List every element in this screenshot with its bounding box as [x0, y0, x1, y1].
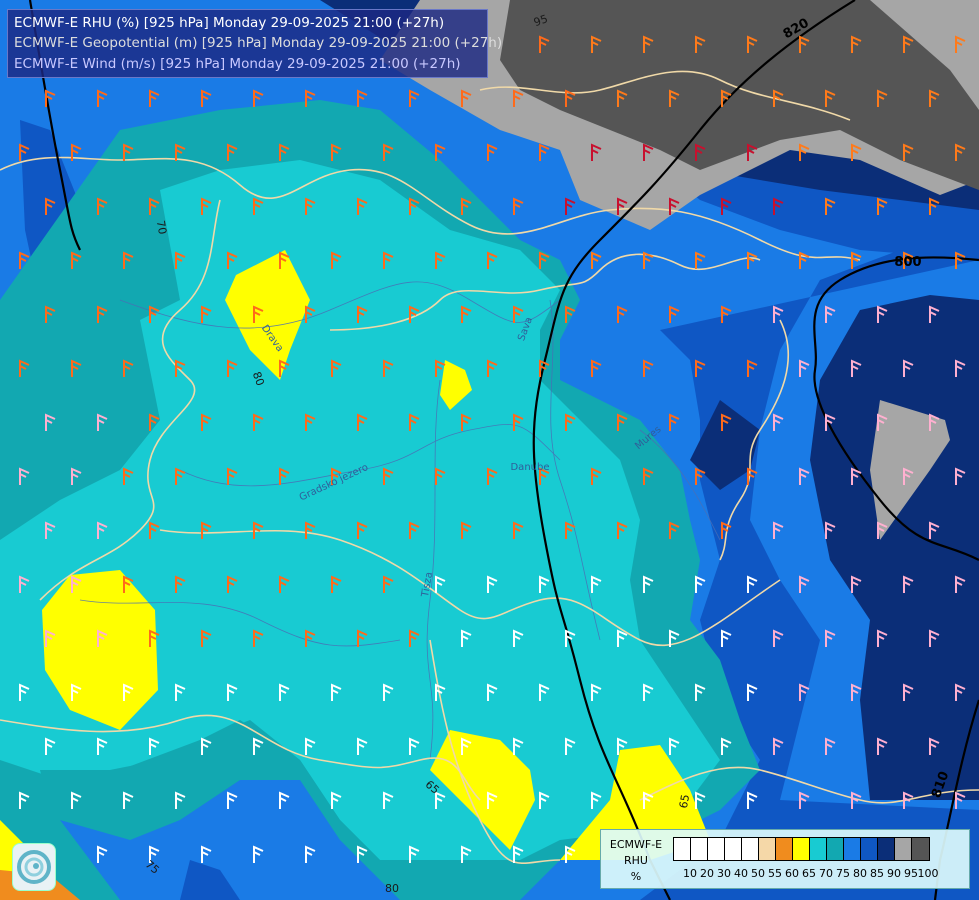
geopotential-contour-label: 800 [894, 255, 921, 270]
rhu-colorbar-legend: ECMWF-E RHU % 10 20 30 40 50 55 60 65 70 75 80 85 90… [600, 829, 970, 889]
legend-swatch [708, 838, 725, 860]
legend-tick: 50 [751, 867, 765, 880]
title-geopotential: ECMWF-E Geopotential (m) [925 hPa] Monda… [14, 35, 503, 51]
legend-swatch [725, 838, 742, 860]
legend-swatch [844, 838, 861, 860]
legend-tick: 40 [734, 867, 748, 880]
legend-swatch [759, 838, 776, 860]
legend-tick: 70 [819, 867, 833, 880]
legend-swatch [776, 838, 793, 860]
legend-swatch [861, 838, 878, 860]
legend-swatch [674, 838, 691, 860]
legend-tick: 100 [917, 867, 939, 880]
legend-tick: 95 [904, 867, 918, 880]
rhu-contour-label: 70 [154, 219, 169, 235]
legend-unit: % [630, 870, 642, 883]
legend-tick: 90 [887, 867, 901, 880]
legend-swatch [912, 838, 929, 860]
legend-tick: 30 [717, 867, 731, 880]
legend-tick: 10 [683, 867, 697, 880]
legend-swatch [810, 838, 827, 860]
legend-swatch [878, 838, 895, 860]
legend-tick: 65 [802, 867, 816, 880]
title-rhu: ECMWF-E RHU (%) [925 hPa] Monday 29-09-2… [14, 15, 445, 31]
legend-tick: 60 [785, 867, 799, 880]
legend-swatch [793, 838, 810, 860]
legend-model: ECMWF-E [609, 838, 663, 851]
title-wind: ECMWF-E Wind (m/s) [925 hPa] Monday 29-0… [14, 56, 461, 72]
map-title-panel: ECMWF-E RHU (%) [925 hPa] Monday 29-09-2… [7, 9, 502, 78]
legend-tick: 85 [870, 867, 884, 880]
ecmwf-swirl-logo-icon [12, 843, 56, 891]
legend-tick: 55 [768, 867, 782, 880]
legend-tick: 80 [853, 867, 867, 880]
legend-tick: 20 [700, 867, 714, 880]
legend-swatch [895, 838, 912, 860]
rhu-contour-label: 65 [677, 793, 692, 809]
river-name-label: Danube [510, 462, 549, 473]
legend-swatch [742, 838, 759, 860]
rhu-fill-layer [0, 0, 979, 900]
legend-swatch [691, 838, 708, 860]
weather-map: 82080081095706575806580Gradsko jezeroSav… [0, 0, 979, 900]
legend-tick: 75 [836, 867, 850, 880]
legend-variable: RHU [624, 854, 648, 867]
legend-color-swatches [673, 837, 930, 861]
legend-swatch [827, 838, 844, 860]
rhu-contour-label: 80 [385, 882, 399, 895]
